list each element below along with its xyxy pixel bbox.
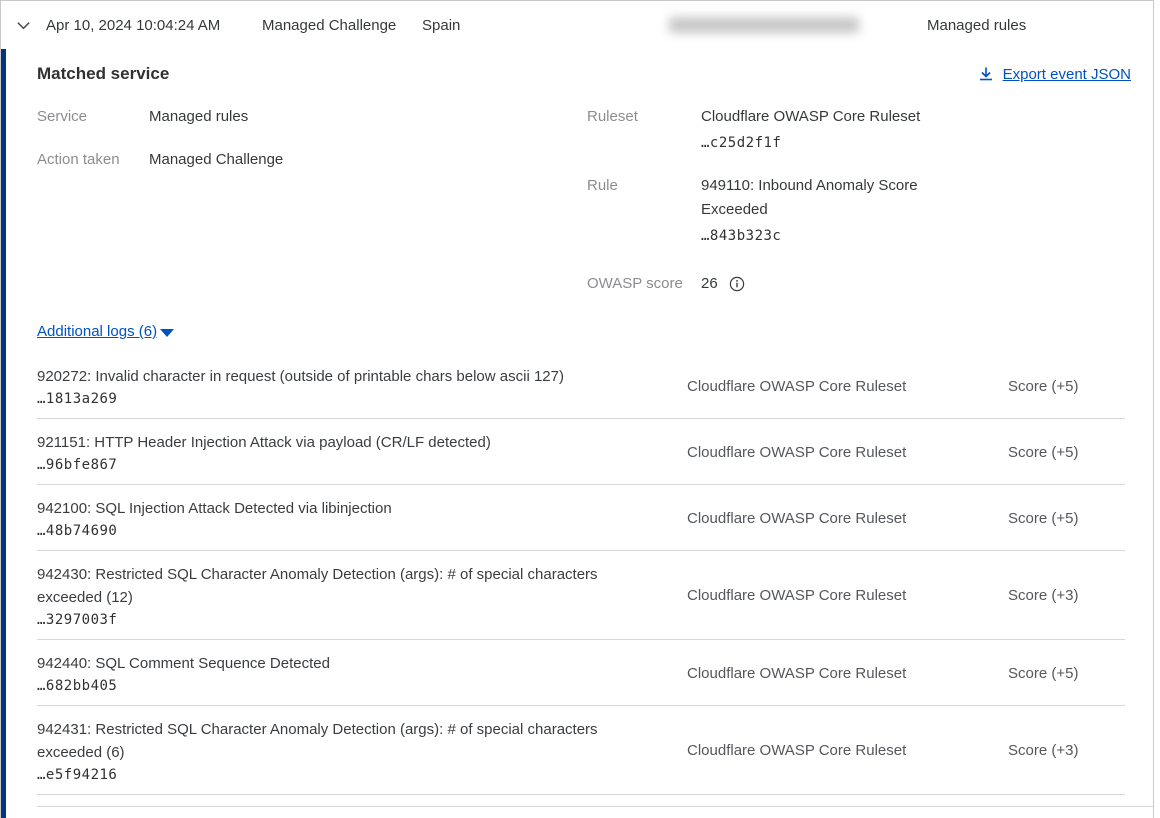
owasp-score-field: OWASP score 26 xyxy=(587,272,951,296)
log-rule-id: …1813a269 xyxy=(37,391,687,407)
rule-label: Rule xyxy=(587,174,701,248)
service-label: Service xyxy=(37,105,149,129)
action-taken-label: Action taken xyxy=(37,148,149,172)
ruleset-field: Ruleset Cloudflare OWASP Core Ruleset …c… xyxy=(587,105,951,155)
owasp-score-info-button[interactable] xyxy=(729,276,745,292)
firewall-event-panel: Apr 10, 2024 10:04:24 AM Managed Challen… xyxy=(0,0,1154,818)
log-row: 942431: Restricted SQL Character Anomaly… xyxy=(37,706,1125,795)
log-rule-id: …e5f94216 xyxy=(37,767,687,783)
log-score: Score (+3) xyxy=(1008,563,1125,628)
log-row: 942440: SQL Comment Sequence Detected …6… xyxy=(37,640,1125,706)
matched-service-left-fields: Service Managed rules Action taken Manag… xyxy=(37,105,587,296)
log-row: 942100: SQL Injection Attack Detected vi… xyxy=(37,485,1125,551)
additional-logs-toggle[interactable]: Additional logs (6) xyxy=(37,323,174,340)
matched-service-right-fields: Ruleset Cloudflare OWASP Core Ruleset …c… xyxy=(587,105,951,296)
log-score: Score (+3) xyxy=(1008,718,1125,783)
log-rule-description: 920272: Invalid character in request (ou… xyxy=(37,365,622,388)
redacted-host-blur xyxy=(669,17,859,33)
log-ruleset: Cloudflare OWASP Core Ruleset xyxy=(687,497,1008,539)
event-detail-expanded: Matched service Export event JSON xyxy=(1,49,1153,818)
log-rule-description: 942100: SQL Injection Attack Detected vi… xyxy=(37,497,622,520)
log-rule-description: 942431: Restricted SQL Character Anomaly… xyxy=(37,718,622,764)
owasp-score-value: 26 xyxy=(701,272,718,296)
log-rule-description: 942440: SQL Comment Sequence Detected xyxy=(37,652,622,675)
event-action: Managed Challenge xyxy=(262,17,422,34)
event-timestamp: Apr 10, 2024 10:04:24 AM xyxy=(46,17,262,34)
rule-name: 949110: Inbound Anomaly Score Exceeded xyxy=(701,174,951,222)
event-service: Managed rules xyxy=(927,17,1026,34)
log-ruleset: Cloudflare OWASP Core Ruleset xyxy=(687,365,1008,407)
matched-service-title: Matched service xyxy=(37,64,169,84)
log-score: Score (+5) xyxy=(1008,365,1125,407)
event-summary-row[interactable]: Apr 10, 2024 10:04:24 AM Managed Challen… xyxy=(1,1,1153,49)
log-row: 942430: Restricted SQL Character Anomaly… xyxy=(37,551,1125,640)
log-ruleset: Cloudflare OWASP Core Ruleset xyxy=(687,563,1008,628)
service-field: Service Managed rules xyxy=(37,105,587,129)
service-value: Managed rules xyxy=(149,105,248,129)
ruleset-label: Ruleset xyxy=(587,105,701,155)
action-taken-field: Action taken Managed Challenge xyxy=(37,148,587,172)
export-event-json-label: Export event JSON xyxy=(1003,66,1131,83)
rule-id: …843b323c xyxy=(701,224,951,248)
export-event-json-link[interactable]: Export event JSON xyxy=(978,66,1131,83)
rule-field: Rule 949110: Inbound Anomaly Score Excee… xyxy=(587,174,951,248)
log-rule-id: …3297003f xyxy=(37,612,687,628)
log-rule-description: 942430: Restricted SQL Character Anomaly… xyxy=(37,563,622,609)
log-rule-id: …48b74690 xyxy=(37,523,687,539)
collapse-event-button[interactable] xyxy=(14,16,32,34)
log-score: Score (+5) xyxy=(1008,652,1125,694)
caret-down-icon xyxy=(160,329,174,337)
additional-logs-label: Additional logs (6) xyxy=(37,323,157,340)
ruleset-name: Cloudflare OWASP Core Ruleset xyxy=(701,105,920,129)
next-event-row-divider xyxy=(37,806,1153,807)
log-rule-id: …682bb405 xyxy=(37,678,687,694)
log-ruleset: Cloudflare OWASP Core Ruleset xyxy=(687,718,1008,783)
chevron-down-icon xyxy=(16,18,31,33)
log-ruleset: Cloudflare OWASP Core Ruleset xyxy=(687,431,1008,473)
log-row: 920272: Invalid character in request (ou… xyxy=(37,353,1125,419)
log-rule-id: …96bfe867 xyxy=(37,457,687,473)
additional-logs-table: 920272: Invalid character in request (ou… xyxy=(37,353,1125,795)
download-icon xyxy=(978,66,994,82)
log-rule-description: 921151: HTTP Header Injection Attack via… xyxy=(37,431,622,454)
info-icon xyxy=(729,276,745,292)
ruleset-id: …c25d2f1f xyxy=(701,131,920,155)
log-row: 921151: HTTP Header Injection Attack via… xyxy=(37,419,1125,485)
log-score: Score (+5) xyxy=(1008,497,1125,539)
owasp-score-label: OWASP score xyxy=(587,272,701,296)
action-taken-value: Managed Challenge xyxy=(149,148,283,172)
event-country: Spain xyxy=(422,17,669,34)
log-ruleset: Cloudflare OWASP Core Ruleset xyxy=(687,652,1008,694)
log-score: Score (+5) xyxy=(1008,431,1125,473)
